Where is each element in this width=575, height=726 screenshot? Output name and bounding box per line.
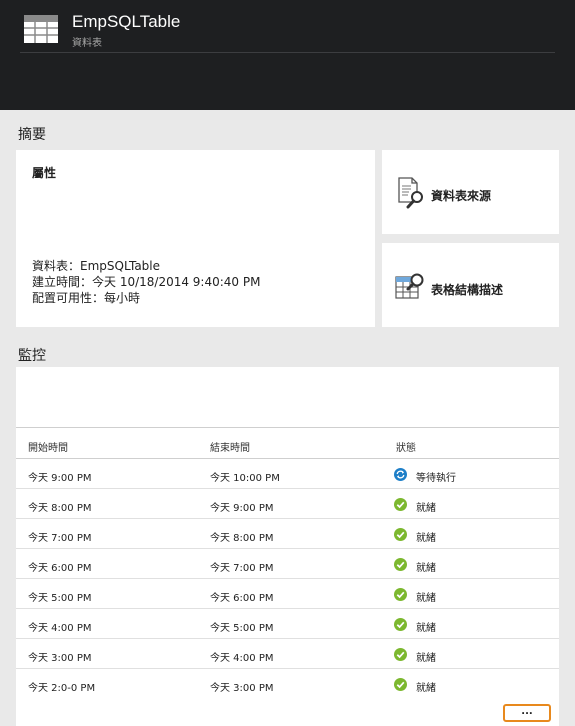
row-end-time: 今天 9:00 PM xyxy=(210,503,274,514)
summary-section-title: 摘要 xyxy=(18,127,46,143)
table-row[interactable]: 今天 6:00 PM 今天 7:00 PM 就緒 xyxy=(16,549,559,579)
row-status: 就緒 xyxy=(416,533,436,544)
row-status: 就緒 xyxy=(416,503,436,514)
tile-table-source[interactable]: 資料表來源 xyxy=(382,150,559,234)
ready-check-icon xyxy=(394,648,407,661)
row-status: 等待執行 xyxy=(416,473,456,484)
properties-card[interactable]: 屬性 資料表：EmpSQLTable 建立時間：今天 10/18/2014 9:… xyxy=(16,150,375,327)
more-button[interactable]: ... xyxy=(503,704,551,722)
table-row[interactable]: 今天 5:00 PM 今天 6:00 PM 就緒 xyxy=(16,579,559,609)
table-row[interactable]: 今天 7:00 PM 今天 8:00 PM 就緒 xyxy=(16,519,559,549)
row-end-time: 今天 5:00 PM xyxy=(210,623,274,634)
ready-check-icon xyxy=(394,558,407,571)
row-end-time: 今天 10:00 PM xyxy=(210,473,280,484)
ready-check-icon xyxy=(394,528,407,541)
monitor-table: 開始時間 結束時間 狀態 今天 9:00 PM 今天 10:00 PM 等待執行… xyxy=(16,367,559,726)
table-row[interactable]: 今天 4:00 PM 今天 5:00 PM 就緒 xyxy=(16,609,559,639)
row-start-time: 今天 8:00 PM xyxy=(28,503,92,514)
tile-table-schema-label: 表格結構描述 xyxy=(431,283,504,297)
row-end-time: 今天 7:00 PM xyxy=(210,563,274,574)
ready-check-icon xyxy=(394,678,407,691)
row-status: 就緒 xyxy=(416,563,436,574)
row-end-time: 今天 3:00 PM xyxy=(210,683,274,694)
page-subtitle: 資料表 xyxy=(72,38,102,49)
header-divider xyxy=(20,52,555,53)
row-status: 就緒 xyxy=(416,683,436,694)
property-availability: 配置可用性：每小時 xyxy=(32,291,141,305)
row-end-time: 今天 8:00 PM xyxy=(210,533,274,544)
document-search-icon xyxy=(398,177,423,209)
properties-label: 屬性 xyxy=(32,166,57,180)
row-status: 就緒 xyxy=(416,653,436,664)
ready-check-icon xyxy=(394,588,407,601)
row-start-time: 今天 7:00 PM xyxy=(28,533,92,544)
table-header: 開始時間 結束時間 狀態 xyxy=(16,427,559,459)
row-start-time: 今天 5:00 PM xyxy=(28,593,92,604)
row-status: 就緒 xyxy=(416,623,436,634)
row-end-time: 今天 4:00 PM xyxy=(210,653,274,664)
row-end-time: 今天 6:00 PM xyxy=(210,593,274,604)
ready-check-icon xyxy=(394,618,407,631)
table-row[interactable]: 今天 3:00 PM 今天 4:00 PM 就緒 xyxy=(16,639,559,669)
monitor-section-title: 監控 xyxy=(18,348,46,364)
column-start-time[interactable]: 開始時間 xyxy=(28,439,68,454)
table-schema-search-icon xyxy=(395,273,424,299)
column-status[interactable]: 狀態 xyxy=(396,439,416,454)
table-icon xyxy=(24,15,58,43)
row-start-time: 今天 9:00 PM xyxy=(28,473,92,484)
table-row[interactable]: 今天 8:00 PM 今天 9:00 PM 就緒 xyxy=(16,489,559,519)
tile-table-schema[interactable]: 表格結構描述 xyxy=(382,243,559,327)
blade-header: EmpSQLTable 資料表 xyxy=(0,0,575,110)
tile-table-source-label: 資料表來源 xyxy=(431,189,492,203)
row-start-time: 今天 3:00 PM xyxy=(28,653,92,664)
row-start-time: 今天 2:0-0 PM xyxy=(28,683,96,694)
waiting-sync-icon xyxy=(394,468,407,481)
row-start-time: 今天 6:00 PM xyxy=(28,563,92,574)
properties-details: 資料表：EmpSQLTable 建立時間：今天 10/18/2014 9:40:… xyxy=(32,258,260,306)
column-end-time[interactable]: 結束時間 xyxy=(210,439,250,454)
page-title: EmpSQLTable xyxy=(72,12,181,31)
ready-check-icon xyxy=(394,498,407,511)
table-row[interactable]: 今天 9:00 PM 今天 10:00 PM 等待執行 xyxy=(16,459,559,489)
property-created-time: 建立時間：今天 10/18/2014 9:40:40 PM xyxy=(32,275,261,289)
table-row[interactable]: 今天 2:0-0 PM 今天 3:00 PM 就緒 xyxy=(16,669,559,699)
row-status: 就緒 xyxy=(416,593,436,604)
property-table-name: 資料表：EmpSQLTable xyxy=(32,259,161,273)
row-start-time: 今天 4:00 PM xyxy=(28,623,92,634)
